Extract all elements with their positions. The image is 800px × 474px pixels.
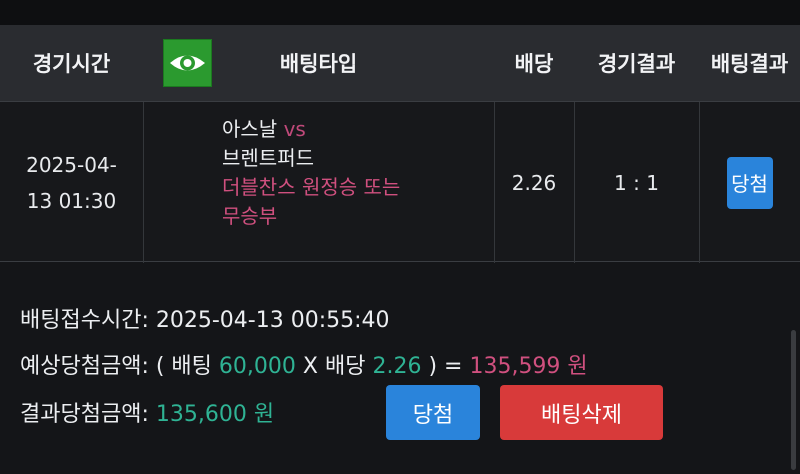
stake-amount: 60,000 (218, 354, 296, 379)
received-time-value: 2025-04-13 00:55:40 (155, 308, 390, 333)
stake-prefix: ( 배팅 (155, 354, 212, 379)
away-team: 브렌트퍼드 (222, 146, 314, 170)
header-bet-result: 배팅결과 (710, 52, 789, 76)
top-strip (0, 0, 800, 25)
game-time-clock: 13 01:30 (26, 188, 117, 213)
bet-pick-line1: 더블찬스 원정승 또는 (222, 175, 401, 199)
header-game-time: 경기시간 (32, 52, 111, 76)
game-time-cell: 2025-04- 13 01:30 (0, 102, 143, 263)
equals-sign: ) = (428, 354, 463, 379)
bet-result-cell: 당첨 (699, 102, 800, 263)
result-winnings-line: 결과당첨금액: 135,600 원 (20, 396, 274, 428)
result-label: 결과당첨금액: (20, 402, 149, 427)
bet-pick-line2: 무승부 (222, 204, 278, 228)
header-game-result: 경기결과 (597, 52, 676, 76)
table-row: 2025-04- 13 01:30 아스날 vs 브렌트퍼드 더블찬스 원정승 … (0, 101, 800, 263)
expected-winnings-line: 예상당첨금액: ( 배팅 60,000 X 배당 2.26 ) = 135,59… (20, 348, 588, 380)
result-amount: 135,600 원 (155, 402, 275, 427)
match-line: 아스날 vs (222, 115, 484, 144)
eye-logo-icon (163, 39, 212, 87)
score-cell: 1 : 1 (614, 170, 659, 195)
odds-prefix: X 배당 (302, 354, 366, 379)
column-divider (143, 102, 144, 263)
scrollbar[interactable] (791, 330, 796, 470)
win-button[interactable]: 당첨 (386, 385, 480, 440)
game-time-date: 2025-04- (26, 152, 117, 177)
table-header: 경기시간 배팅타입 배당 경기결과 배팅결과 (0, 25, 800, 101)
received-time-line: 배팅접수시간: 2025-04-13 00:55:40 (20, 302, 390, 334)
delete-bet-button[interactable]: 배팅삭제 (500, 385, 663, 440)
summary-odds: 2.26 (372, 354, 422, 379)
expected-amount: 135,599 원 (469, 354, 588, 379)
home-team: 아스날 (222, 117, 278, 141)
received-time-label: 배팅접수시간: (20, 308, 149, 333)
bet-type-cell: 아스날 vs 브렌트퍼드 더블찬스 원정승 또는 무승부 (222, 115, 484, 231)
expected-label: 예상당첨금액: (20, 354, 149, 379)
odds-cell: 2.26 (511, 170, 557, 195)
vs-label: vs (283, 117, 306, 141)
win-status-badge: 당첨 (726, 156, 773, 209)
header-odds: 배당 (514, 52, 554, 76)
